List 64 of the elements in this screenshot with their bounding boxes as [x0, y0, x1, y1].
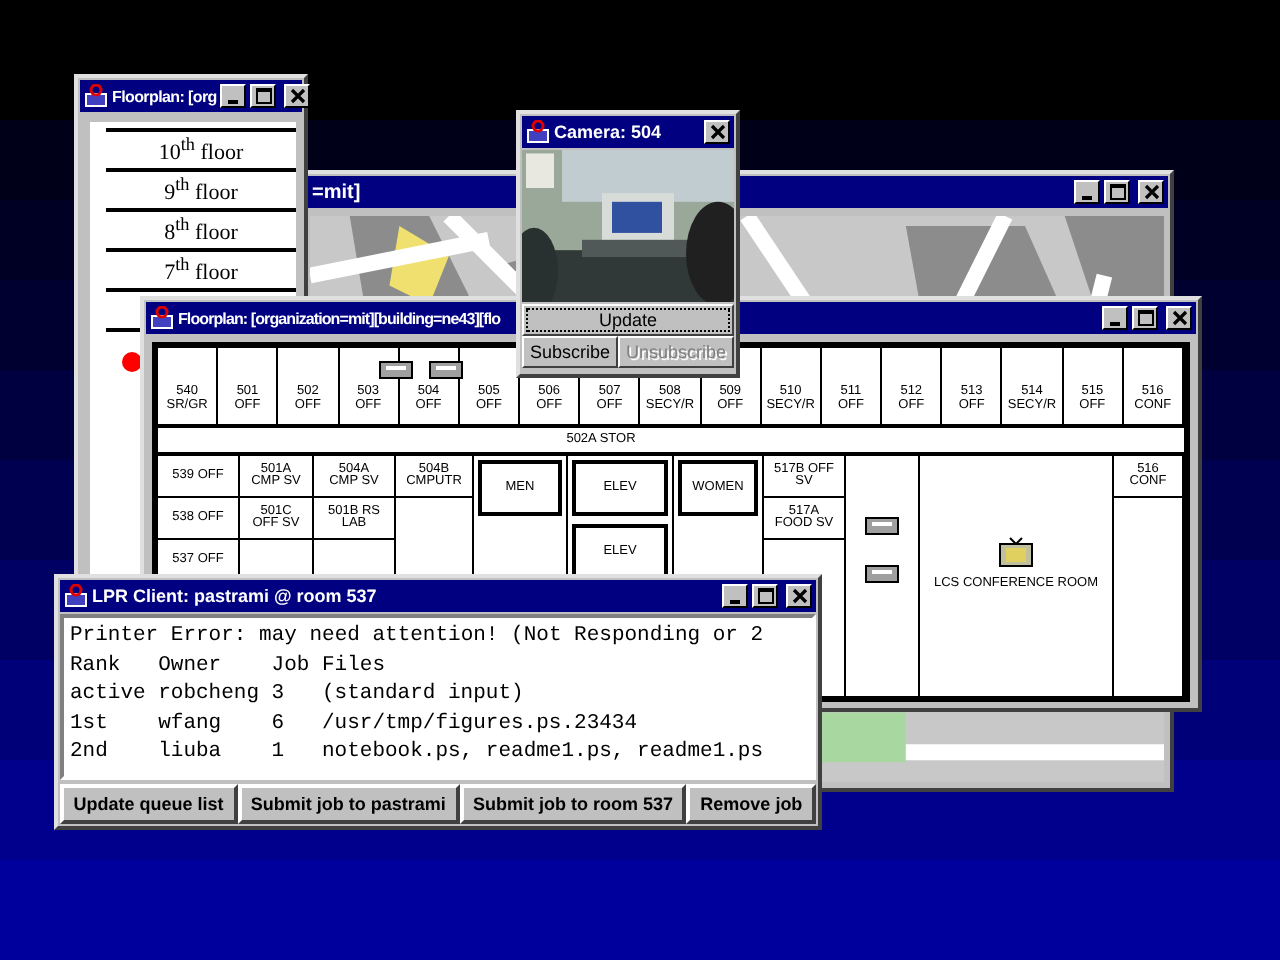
- table-cell-text: notebook.ps, readme1.ps, readme1.ps: [322, 738, 766, 767]
- column-header: Owner: [158, 651, 224, 680]
- maximize-icon: [1137, 310, 1153, 326]
- window-title: =mit]: [310, 181, 361, 203]
- table-cell-text: (standard input): [322, 680, 526, 709]
- maximize-icon: [255, 88, 272, 104]
- table-cell-text: 1st: [70, 709, 110, 738]
- close-icon: [709, 124, 725, 140]
- maximize-button[interactable]: [1104, 180, 1130, 204]
- column-header: Job: [271, 651, 312, 680]
- close-button[interactable]: [786, 584, 812, 608]
- action-button[interactable]: Update queue list: [60, 784, 238, 824]
- minimize-button[interactable]: [1102, 306, 1128, 330]
- table-cell-text: wfang: [158, 709, 224, 738]
- window-title: Camera: 504: [554, 122, 662, 142]
- table-cell-text: /usr/tmp/figures.ps.23434: [322, 709, 640, 738]
- action-button[interactable]: Remove job: [686, 784, 816, 824]
- minimize-button[interactable]: [220, 84, 247, 108]
- column-header: Rank: [70, 651, 123, 680]
- maximize-button[interactable]: [250, 84, 277, 108]
- table-cell-text: 3: [271, 680, 287, 709]
- printer-icon[interactable]: [428, 360, 464, 380]
- table-cell-text: 6: [271, 709, 287, 738]
- printer-icon[interactable]: [864, 564, 900, 584]
- app-icon: [64, 584, 88, 608]
- window-title: Floorplan: [organization=mit][building=ne43][flo: [178, 309, 501, 327]
- action-button[interactable]: Submit job to pastrami: [237, 784, 460, 824]
- close-button[interactable]: [284, 84, 311, 108]
- close-button[interactable]: [1138, 180, 1164, 204]
- table-cell-text: active: [70, 680, 148, 709]
- floor-item[interactable]: 8$^{th}$ floor: [164, 214, 238, 246]
- app-icon: [526, 120, 550, 144]
- table-cell-text: 1: [271, 738, 287, 767]
- minimize-button[interactable]: [722, 584, 748, 608]
- floor-item[interactable]: 9$^{th}$ floor: [164, 174, 238, 206]
- camera-button[interactable]: Subscribe: [522, 336, 618, 368]
- floor-item[interactable]: 10$^{th}$ floor: [158, 134, 244, 166]
- maximize-button[interactable]: [1132, 306, 1158, 330]
- printer-icon[interactable]: [864, 516, 900, 536]
- close-icon: [1171, 310, 1187, 326]
- location-dot-icon: [121, 352, 141, 372]
- window-title: Floorplan: [org: [112, 87, 217, 105]
- tv-icon[interactable]: [998, 536, 1034, 568]
- close-icon: [289, 88, 306, 104]
- column-header: Files: [322, 651, 388, 680]
- table-cell-text: liuba: [158, 738, 224, 767]
- minimize-button[interactable]: [1074, 180, 1100, 204]
- window-title: LPR Client: pastrami @ room 537: [92, 586, 377, 606]
- maximize-icon: [757, 588, 773, 604]
- app-icon: [150, 306, 174, 330]
- table-cell-text: robcheng: [158, 680, 262, 709]
- camera-button[interactable]: Update: [522, 304, 734, 336]
- floor-item[interactable]: 7$^{th}$ floor: [164, 254, 238, 286]
- close-button[interactable]: [704, 120, 730, 144]
- error-message: Printer Error: may need attention! (Not Responding or 2: [70, 622, 766, 651]
- maximize-button[interactable]: [752, 584, 778, 608]
- close-button[interactable]: [1166, 306, 1192, 330]
- close-icon: [1143, 184, 1159, 200]
- printer-icon[interactable]: [378, 360, 414, 380]
- close-icon: [791, 588, 807, 604]
- table-cell-text: 2nd: [70, 738, 110, 767]
- app-icon: [84, 84, 108, 108]
- maximize-icon: [1109, 184, 1125, 200]
- action-button[interactable]: Submit job to room 537: [459, 784, 687, 824]
